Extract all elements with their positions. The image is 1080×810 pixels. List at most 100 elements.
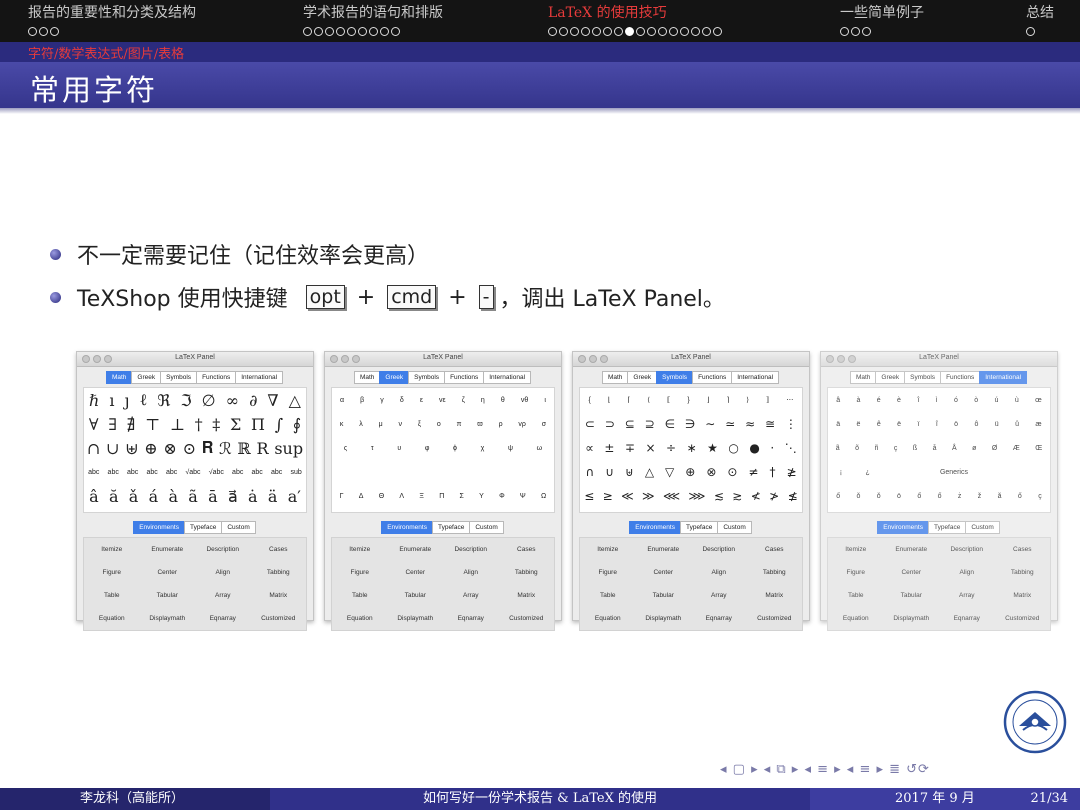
symbol-button[interactable]: ő [917, 493, 921, 500]
symbol-button[interactable]: ≫ [642, 489, 655, 503]
symbol-button[interactable]: ÷ [666, 441, 676, 455]
env-item-matrix[interactable]: Matrix [765, 592, 783, 599]
symbol-button[interactable]: σ [542, 421, 546, 428]
symbol-button[interactable]: ≳ [732, 489, 742, 503]
symbol-button[interactable]: { [588, 397, 590, 404]
symbol-button[interactable]: ∀ [89, 415, 99, 434]
nav-frame-dot[interactable] [358, 26, 367, 36]
symbol-button[interactable]: ≯ [769, 489, 779, 503]
symbol-button[interactable]: Œ [1035, 445, 1042, 452]
env-item-enumerate[interactable]: Enumerate [151, 546, 183, 553]
symbol-button[interactable]: ⊎ [125, 439, 138, 458]
env-item-eqnarray[interactable]: Eqnarray [706, 615, 732, 622]
nav-frame-dot[interactable] [50, 26, 59, 36]
symbol-button[interactable]: ∪ [106, 439, 119, 458]
nav-frame-dot[interactable] [691, 26, 700, 36]
symbol-button[interactable]: Ξ [419, 493, 424, 500]
symbol-button[interactable]: ¡ [840, 469, 842, 476]
nav-frame-dot[interactable] [336, 26, 345, 36]
tab-typeface[interactable]: Typeface [183, 521, 223, 534]
symbol-button[interactable]: △ [645, 465, 654, 479]
nav-frame-dot[interactable] [862, 26, 871, 36]
symbol-button[interactable]: † [769, 465, 775, 479]
symbol-button[interactable]: ⊥ [170, 415, 185, 434]
symbol-button[interactable]: ã [836, 445, 840, 452]
env-item-table[interactable]: Table [848, 592, 864, 599]
env-item-tabbing[interactable]: Tabbing [515, 569, 538, 576]
symbol-button[interactable]: Π [251, 415, 265, 434]
tab-custom[interactable]: Custom [221, 521, 256, 534]
symbol-button[interactable]: ∓ [625, 441, 635, 455]
symbol-button[interactable]: ü [995, 421, 999, 428]
symbol-button[interactable]: ¿ [865, 469, 869, 476]
symbol-button[interactable]: abc [252, 469, 263, 476]
env-item-figure[interactable]: Figure [351, 569, 369, 576]
symbol-button[interactable]: abc [166, 469, 177, 476]
tab-functions[interactable]: Functions [196, 371, 237, 384]
symbol-button[interactable]: ○ [728, 441, 738, 455]
symbol-button[interactable]: ë [857, 421, 861, 428]
symbol-button[interactable]: a⃗ [228, 487, 238, 506]
symbol-button[interactable]: ç [1038, 493, 1042, 500]
nav-dots[interactable] [28, 24, 196, 38]
nav-frame-dot[interactable] [592, 26, 601, 36]
symbol-button[interactable]: ≪ [621, 489, 634, 503]
symbol-button[interactable]: ö [954, 421, 958, 428]
symbol-button[interactable]: ν [399, 421, 403, 428]
tab-environments[interactable]: Environments [629, 521, 681, 534]
env-item-eqnarray[interactable]: Eqnarray [954, 615, 980, 622]
symbol-button[interactable]: ⋙ [688, 489, 705, 503]
tab-environments[interactable]: Environments [381, 521, 433, 534]
symbol-button[interactable]: œ [1035, 397, 1042, 404]
symbol-button[interactable]: ô [974, 421, 978, 428]
nav-frame-dot[interactable] [303, 26, 312, 36]
symbol-button[interactable]: κ [340, 421, 344, 428]
symbol-button[interactable]: ⌈ [628, 396, 631, 404]
env-item-description[interactable]: Description [206, 546, 239, 553]
env-item-cases[interactable]: Cases [765, 546, 783, 553]
nav-section-4[interactable]: 一些简单例子 [840, 2, 924, 38]
nav-frame-dot[interactable] [680, 26, 689, 36]
symbol-button[interactable]: ï [917, 421, 919, 428]
env-item-tabbing[interactable]: Tabbing [267, 569, 290, 576]
symbol-button[interactable]: Ø [992, 445, 997, 452]
symbol-button[interactable]: è [897, 397, 901, 404]
symbol-button[interactable]: † [195, 415, 203, 434]
symbol-button[interactable]: ≅ [765, 417, 775, 431]
env-item-eqnarray[interactable]: Eqnarray [458, 615, 484, 622]
symbol-button[interactable]: ϖ [477, 421, 482, 428]
symbol-button[interactable]: ∪ [605, 465, 614, 479]
env-item-tabular[interactable]: Tabular [157, 592, 178, 599]
symbol-button[interactable]: ê [877, 421, 881, 428]
env-item-eqnarray[interactable]: Eqnarray [210, 615, 236, 622]
nav-frame-dot[interactable] [391, 26, 400, 36]
symbol-button[interactable]: ≥ [603, 489, 613, 503]
symbol-button[interactable]: â [836, 397, 840, 404]
symbol-button[interactable]: · [770, 441, 774, 455]
env-item-description[interactable]: Description [702, 546, 735, 553]
env-item-description[interactable]: Description [454, 546, 487, 553]
symbol-button[interactable]: ρ [499, 421, 503, 428]
env-item-matrix[interactable]: Matrix [517, 592, 535, 599]
symbol-button[interactable]: δ [400, 397, 404, 404]
symbol-button[interactable]: ö [897, 493, 901, 500]
symbol-button[interactable]: ⊙ [727, 465, 737, 479]
symbol-button[interactable]: ∈ [665, 417, 675, 431]
symbol-button[interactable]: χ [481, 445, 485, 452]
symbol-button[interactable]: ± [604, 441, 614, 455]
symbol-button[interactable]: ä [836, 421, 840, 428]
env-item-array[interactable]: Array [711, 592, 727, 599]
env-item-customized[interactable]: Customized [261, 615, 295, 622]
nav-section-1[interactable]: 报告的重要性和分类及结构 [28, 2, 196, 38]
symbol-button[interactable]: vρ [518, 421, 525, 428]
symbol-button[interactable]: ★ [707, 441, 718, 455]
env-item-equation[interactable]: Equation [99, 615, 125, 622]
env-item-itemize[interactable]: Itemize [597, 546, 618, 553]
env-item-align[interactable]: Align [216, 569, 230, 576]
env-item-displaymath[interactable]: Displaymath [893, 615, 929, 622]
symbol-button[interactable]: ∮ [293, 415, 301, 434]
symbol-button[interactable]: ë [897, 421, 901, 428]
symbol-button[interactable]: ℓ [140, 390, 148, 410]
symbol-button[interactable]: ξ [418, 421, 421, 428]
env-item-customized[interactable]: Customized [509, 615, 543, 622]
